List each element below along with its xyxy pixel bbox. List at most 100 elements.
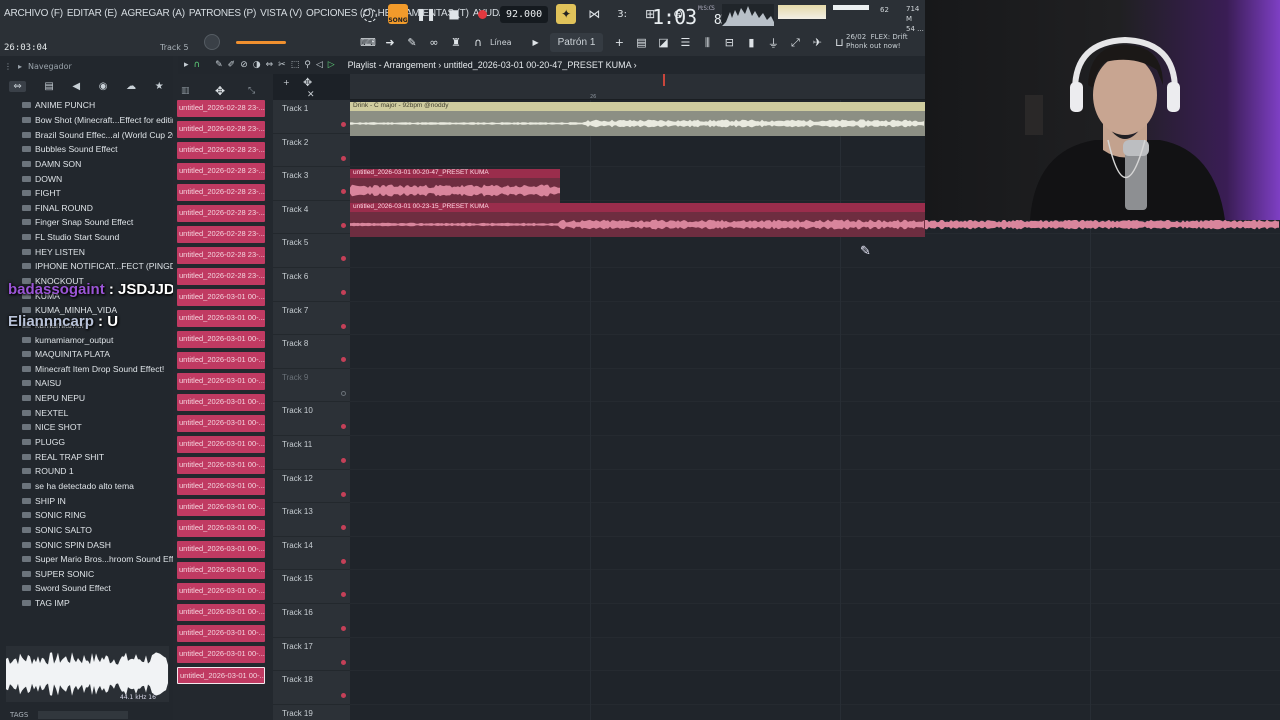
track-header[interactable]: Track 19 [273,705,350,720]
metronome-icon[interactable]: ✦ [556,4,577,24]
pause-button[interactable]: ❚❚ [416,4,436,24]
stop-button[interactable]: ■ [444,4,464,24]
pattern-selector[interactable]: Patrón 1 [549,33,604,52]
song-mode-button[interactable]: SONG [388,4,408,24]
track-mute-button[interactable] [341,525,346,531]
track-lane[interactable] [350,436,1280,470]
brush-icon[interactable]: ⤢ [787,36,803,50]
move-icon[interactable]: ✥ [303,76,312,89]
clip-source-item[interactable]: untitled_2026-03-01 00-... [177,499,265,516]
zoom-tool-icon[interactable]: ⚲ [304,60,311,70]
tab-plugins-icon[interactable]: ◉ [99,81,108,92]
tab-all-icon[interactable]: ⇔ [9,80,26,92]
clip-source-item[interactable]: untitled_2026-03-01 00-... [177,373,265,390]
add-track-icon[interactable]: + [283,78,290,87]
track-header[interactable]: Track 17 [273,638,350,672]
browser-item[interactable]: se ha detectado alto tema [22,479,194,494]
arrangement-play-icon[interactable]: ▷ [328,60,335,70]
playlist-menu-icon[interactable]: ▸ [184,60,189,70]
track-header[interactable]: Track 13 [273,503,350,537]
track-header[interactable]: Track 11 [273,436,350,470]
audio-clip[interactable]: Drink - C major - 92bpm @noddy [350,102,925,136]
browser-item[interactable]: TAG IMP [22,596,194,611]
menu-archivo[interactable]: ARCHIVO (F) [4,8,63,19]
clip-source-item[interactable]: untitled_2026-03-01 00-... [177,646,265,663]
clip-source-item[interactable]: untitled_2026-03-01 00-... [177,478,265,495]
track-header[interactable]: Track 16 [273,604,350,638]
browser-item[interactable]: MAQUINITA PLATA [22,347,194,362]
slice-tool-icon[interactable]: ✂ [278,60,286,70]
clip-source-item[interactable]: untitled_2026-03-01 00-... [177,541,265,558]
track-lane[interactable] [350,234,1280,268]
tab-favorites-icon[interactable]: ★ [155,81,164,92]
browser-item[interactable]: Finger Snap Sound Effect [22,215,194,230]
track-mute-button[interactable] [341,222,346,228]
track-header[interactable]: Track 1 [273,100,350,134]
clip-source-item[interactable]: untitled_2026-03-01 00-... [177,667,265,684]
gopher-icon[interactable]: ✈ [809,36,825,49]
track-mute-button[interactable] [341,558,346,564]
track-header[interactable]: Track 4 [273,201,350,235]
stamp-icon[interactable]: ♜ [448,36,464,49]
tab-current-icon[interactable]: ◀ [72,81,80,92]
clip-source-item[interactable]: untitled_2026-03-01 00-... [177,394,265,411]
browser-item[interactable]: NEPU NEPU [22,391,194,406]
track-lane[interactable] [350,470,1280,504]
track-lane[interactable] [350,704,1280,720]
master-volume-knob[interactable] [204,34,220,50]
clip-source-item[interactable]: untitled_2026-03-01 00-... [177,604,265,621]
clip-source-item[interactable]: untitled_2026-02-28 23-... [177,100,265,117]
clip-source-item[interactable]: untitled_2026-03-01 00-... [177,562,265,579]
track-mute-button[interactable] [341,290,346,295]
browser-item[interactable]: ANIME PUNCH [22,98,194,113]
track-header[interactable]: Track 18 [273,671,350,705]
track-mute-button[interactable] [341,626,346,631]
clip-source-item[interactable]: untitled_2026-03-01 00-... [177,583,265,600]
track-lane[interactable] [350,570,1280,604]
track-lane[interactable] [350,402,1280,436]
browser-item[interactable]: SHIP IN [22,493,194,508]
track-header[interactable]: Track 5 [273,234,350,268]
track-header[interactable]: Track 10 [273,402,350,436]
browser-options-icon[interactable]: ⋮ [4,62,12,71]
track-mute-button[interactable] [341,424,346,430]
browser-item[interactable]: NAISU [22,376,194,391]
loop-icon[interactable]: ◌ [360,4,380,25]
channel-rack-icon[interactable]: ☰ [677,36,693,49]
browser-item[interactable]: Super Mario Bros...hroom Sound Effect [22,552,194,567]
track-mute-button[interactable] [341,693,346,699]
countdown-icon[interactable]: 3: [612,4,632,24]
clip-source-item[interactable]: untitled_2026-02-28 23-... [177,142,265,159]
track-mute-button[interactable] [341,491,346,497]
browser-icon[interactable]: ⊟ [721,36,737,49]
browser-item[interactable]: NEXTEL [22,405,194,420]
track-header[interactable]: Track 9 [273,369,350,403]
snap-selector[interactable]: Línea [490,38,512,47]
track-lane[interactable] [350,268,1280,302]
piano-roll-icon[interactable]: ◪ [655,36,671,49]
track-mute-button[interactable] [341,592,346,598]
song-position[interactable]: 1:03 M:S:CS83 [652,5,728,29]
track-mute-button[interactable] [341,357,346,363]
clip-source-item[interactable]: untitled_2026-02-28 23-... [177,205,265,222]
audio-clip[interactable]: untitled_2026-03-01 00-23-15_PRESET KUMA [350,202,925,237]
track-lane[interactable] [350,604,1280,638]
track-mute-button[interactable] [341,323,346,329]
keyboard-icon[interactable]: ⌨ [360,36,376,49]
add-pattern-icon[interactable]: + [611,36,627,49]
delete-tool-icon[interactable]: ⊘ [240,60,248,70]
slip-tool-icon[interactable]: ⇔ [266,60,274,70]
track-mute-button[interactable] [341,155,346,161]
tags-field[interactable] [38,711,128,719]
clip-source-item[interactable]: untitled_2026-03-01 00-... [177,415,265,432]
clip-source-item[interactable]: untitled_2026-03-01 00-... [177,352,265,369]
track-mute-button[interactable] [341,458,346,463]
track-lane[interactable] [350,537,1280,571]
browser-item[interactable]: Bubbles Sound Effect [22,142,194,157]
track-header[interactable]: Track 2 [273,134,350,168]
track-mute-button[interactable] [341,189,346,195]
tab-project-icon[interactable]: ▤ [44,81,53,92]
track-header[interactable]: Track 15 [273,570,350,604]
browser-item[interactable]: IPHONE NOTIFICAT...FECT (PINGDING) [22,259,194,274]
play-pattern-icon[interactable]: ▶ [528,38,544,47]
